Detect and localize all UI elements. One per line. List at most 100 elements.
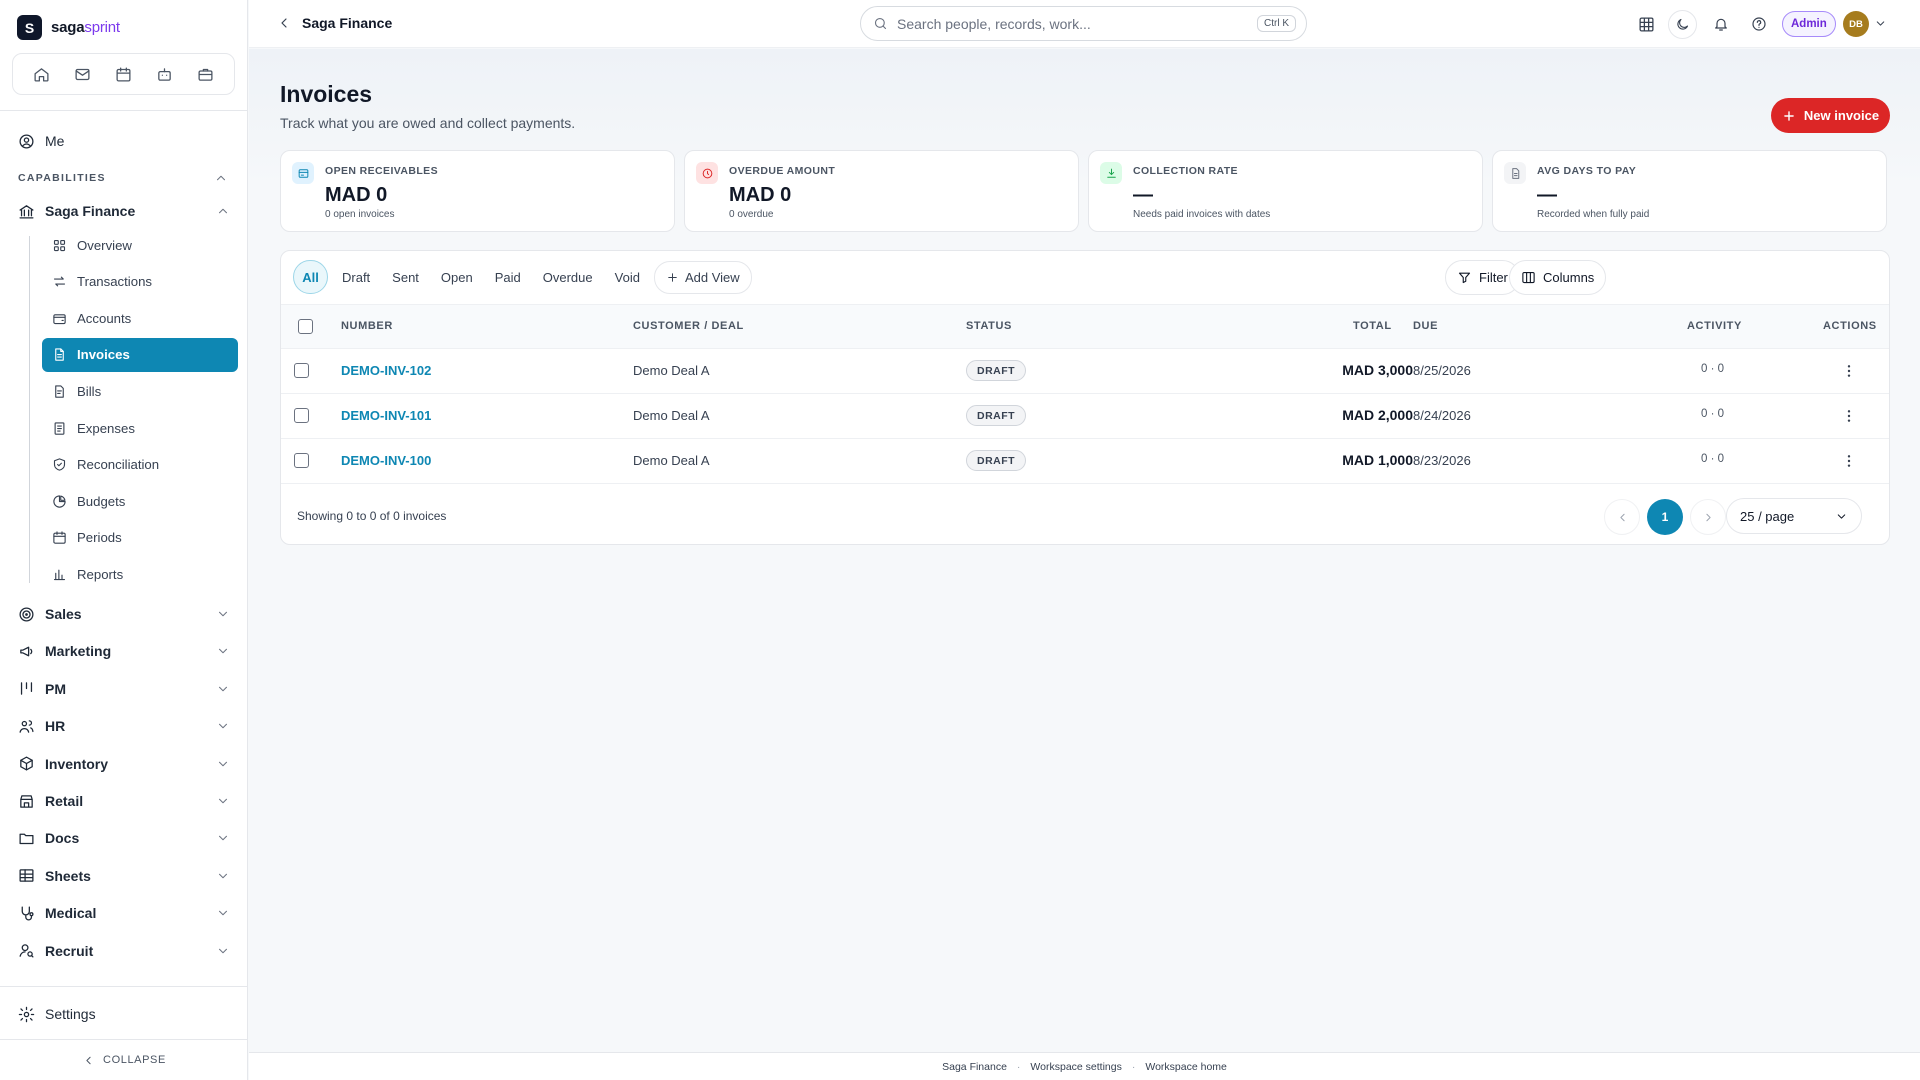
- sidebar-subitem-periods[interactable]: Periods: [42, 521, 238, 555]
- gear-icon: [18, 1006, 35, 1022]
- sidebar-item-label: Settings: [45, 1006, 96, 1022]
- tab-sent[interactable]: Sent: [384, 260, 427, 294]
- sidebar-group-medical[interactable]: Medical: [18, 898, 230, 928]
- collapse-button[interactable]: COLLAPSE: [0, 1044, 248, 1076]
- columns-button[interactable]: Columns: [1509, 260, 1607, 295]
- box-icon: [20, 756, 33, 771]
- more-actions-icon[interactable]: [1841, 363, 1857, 379]
- prev-page-button[interactable]: [1604, 499, 1640, 535]
- chevron-up-icon[interactable]: [214, 171, 228, 185]
- sidebar-group-marketing[interactable]: Marketing: [18, 636, 230, 666]
- chevron-down-icon: [218, 611, 228, 617]
- new-invoice-button[interactable]: New invoice: [1771, 98, 1890, 133]
- tab-draft[interactable]: Draft: [334, 260, 378, 294]
- search-input[interactable]: [897, 15, 1248, 32]
- header-customer[interactable]: CUSTOMER / DEAL: [633, 320, 744, 332]
- avatar[interactable]: DB: [1843, 11, 1869, 37]
- clock-alert-icon: [702, 168, 712, 178]
- header-status[interactable]: STATUS: [966, 320, 1012, 332]
- invoice-number-link[interactable]: DEMO-INV-100: [341, 453, 431, 468]
- grid-icon: [53, 239, 66, 251]
- footer-separator: ·: [1016, 1060, 1021, 1073]
- plus-icon: [668, 272, 677, 282]
- briefcase-icon[interactable]: [194, 62, 218, 86]
- header-due[interactable]: DUE: [1413, 320, 1438, 332]
- sidebar-subitem-label: Invoices: [77, 347, 130, 363]
- calendar-icon[interactable]: [112, 62, 136, 86]
- per-page-select[interactable]: 25 / page: [1726, 498, 1862, 534]
- sidebar-group-pm[interactable]: PM: [18, 674, 230, 704]
- sidebar-subitem-reconciliation[interactable]: Reconciliation: [42, 448, 238, 482]
- row-checkbox[interactable]: [294, 363, 309, 378]
- kpi-icon: [696, 162, 718, 184]
- add-view-button[interactable]: Add View: [653, 260, 752, 294]
- global-search[interactable]: Ctrl K: [860, 6, 1307, 41]
- page-1-button[interactable]: 1: [1647, 499, 1683, 535]
- mail-icon[interactable]: [71, 62, 95, 86]
- home-icon[interactable]: [30, 62, 54, 86]
- sidebar-subitem-expenses[interactable]: Expenses: [42, 411, 238, 445]
- sidebar-subitem-overview[interactable]: Overview: [42, 228, 238, 262]
- admin-badge[interactable]: Admin: [1782, 11, 1836, 37]
- users-icon: [19, 719, 34, 733]
- apps-grid-icon[interactable]: [1634, 12, 1658, 36]
- tab-paid[interactable]: Paid: [487, 260, 529, 294]
- brand-logo[interactable]: S sagasprint: [17, 15, 120, 40]
- sidebar-subitem-reports[interactable]: Reports: [42, 557, 238, 591]
- chevron-left-icon: [86, 1056, 91, 1064]
- footer-link-workspace-home[interactable]: Workspace home: [1145, 1061, 1227, 1073]
- sidebar-subitem-transactions[interactable]: Transactions: [42, 265, 238, 299]
- status-badge: DRAFT: [966, 360, 1027, 381]
- bell-icon[interactable]: [1709, 12, 1733, 36]
- sidebar-subitem-bills[interactable]: Bills: [42, 374, 238, 408]
- table-row[interactable]: DEMO-INV-101 Demo Deal A DRAFT MAD 2,000 8/2…: [281, 394, 1889, 439]
- table-row[interactable]: DEMO-INV-100 Demo Deal A DRAFT MAD 1,000 8/2…: [281, 439, 1889, 484]
- more-actions-icon[interactable]: [1841, 453, 1857, 469]
- tab-void[interactable]: Void: [607, 260, 648, 294]
- invoice-number-link[interactable]: DEMO-INV-102: [341, 363, 431, 378]
- sidebar-group-recruit[interactable]: Recruit: [18, 936, 230, 966]
- sidebar-item-label: Marketing: [45, 643, 112, 660]
- chevron-down-icon: [1837, 513, 1846, 519]
- sidebar-group-inventory[interactable]: Inventory: [18, 749, 230, 779]
- sidebar-group-sales[interactable]: Sales: [18, 599, 230, 629]
- next-page-button[interactable]: [1690, 499, 1726, 535]
- wallet-icon: [53, 313, 66, 324]
- logo-icon: S: [17, 15, 42, 40]
- more-actions-icon[interactable]: [1841, 408, 1857, 424]
- target-icon: [19, 606, 34, 622]
- invoice-number-link[interactable]: DEMO-INV-101: [341, 408, 431, 423]
- sidebar-group-saga-finance[interactable]: Saga Finance: [18, 196, 230, 226]
- header-total[interactable]: TOTAL: [1353, 320, 1392, 332]
- chevron-down-icon: [218, 723, 228, 729]
- tab-all[interactable]: All: [293, 260, 328, 294]
- sidebar-item-me[interactable]: Me: [18, 126, 230, 156]
- collapse-label: COLLAPSE: [103, 1054, 166, 1066]
- footer-link-workspace-settings[interactable]: Workspace settings: [1030, 1061, 1121, 1073]
- tab-open[interactable]: Open: [433, 260, 481, 294]
- tab-overdue[interactable]: Overdue: [535, 260, 601, 294]
- help-icon[interactable]: [1747, 12, 1771, 36]
- sidebar-subitem-label: Bills: [77, 383, 102, 399]
- sidebar-group-docs[interactable]: Docs: [18, 823, 230, 853]
- sidebar-subitem-accounts[interactable]: Accounts: [42, 301, 238, 335]
- row-checkbox[interactable]: [294, 453, 309, 468]
- sidebar-group-hr[interactable]: HR: [18, 711, 230, 741]
- table-row[interactable]: DEMO-INV-102 Demo Deal A DRAFT MAD 3,000 8/2…: [281, 349, 1889, 394]
- dark-mode-icon[interactable]: [1668, 10, 1697, 39]
- sidebar-subitem-budgets[interactable]: Budgets: [42, 484, 238, 518]
- sidebar-item-settings[interactable]: Settings: [18, 999, 230, 1029]
- sidebar-item-label: HR: [45, 718, 66, 735]
- select-all-checkbox[interactable]: [298, 319, 313, 334]
- view-tabs: All Draft Sent Open Paid Overdue Void Add View: [293, 260, 752, 294]
- sidebar-group-retail[interactable]: Retail: [18, 786, 230, 816]
- footer-link-finance[interactable]: Saga Finance: [942, 1061, 1007, 1073]
- chevron-down-icon[interactable]: [1874, 17, 1887, 30]
- sidebar-subitem-invoices[interactable]: Invoices: [42, 337, 238, 372]
- doc-icon: [1511, 167, 1519, 179]
- row-checkbox[interactable]: [294, 408, 309, 423]
- bot-icon[interactable]: [153, 62, 177, 86]
- header-number[interactable]: NUMBER: [341, 320, 393, 332]
- sidebar-group-sheets[interactable]: Sheets: [18, 861, 230, 891]
- back-icon[interactable]: [276, 15, 292, 31]
